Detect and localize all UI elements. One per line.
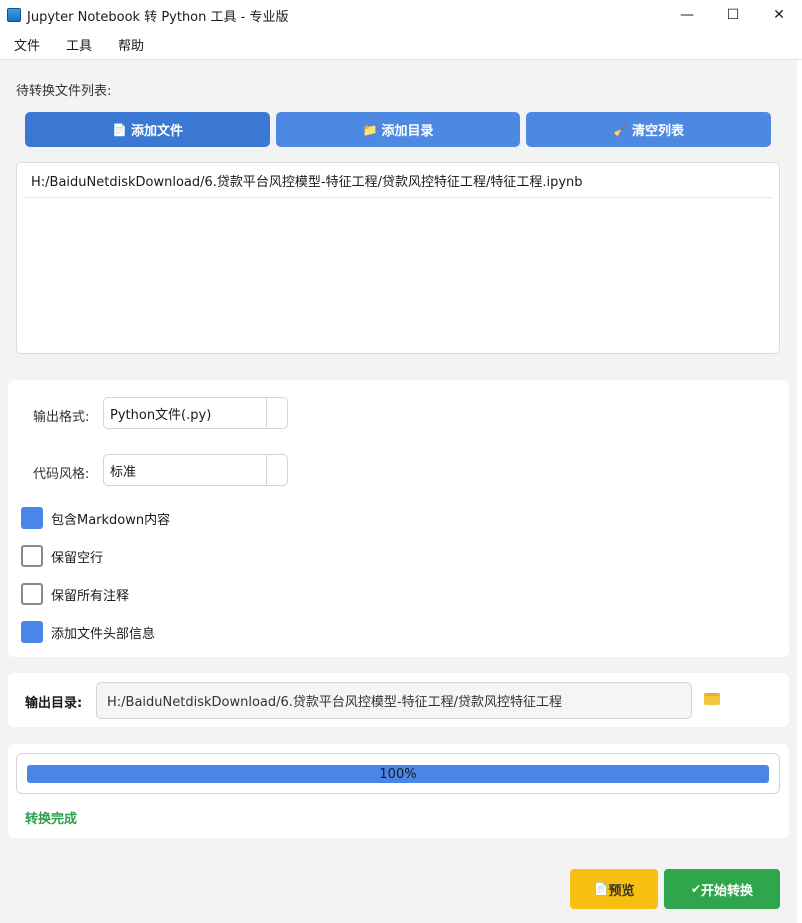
status-text: 转换完成 [25, 812, 78, 827]
code-style-label: 代码风格: [33, 467, 90, 482]
include-markdown-option[interactable]: 包含Markdown内容 [21, 507, 170, 529]
window-edge [797, 60, 802, 923]
add-file-label: 添加文件 [130, 124, 183, 139]
start-convert-label: 开始转换 [701, 883, 754, 899]
keep-blank-lines-label: 保留空行 [51, 550, 104, 566]
file-list[interactable]: H:/BaiduNetdiskDownload/6.贷款平台风控模型-特征工程/… [16, 162, 780, 354]
code-style-select[interactable]: 标准 [103, 454, 288, 486]
preview-button[interactable]: 📄 预览 [570, 869, 658, 909]
output-dir-path: H:/BaiduNetdiskDownload/6.贷款平台风控模型-特征工程/… [107, 695, 562, 710]
menu-file[interactable]: 文件 [2, 35, 52, 54]
menu-help[interactable]: 帮助 [106, 35, 156, 54]
keep-blank-lines-option[interactable]: 保留空行 [21, 545, 103, 567]
minimize-button[interactable]: — [664, 0, 710, 30]
output-format-select[interactable]: Python文件(.py) [103, 397, 288, 429]
title-bar: Jupyter Notebook 转 Python 工具 - 专业版 — ☐ ✕ [0, 0, 802, 30]
options-panel: 输出格式: Python文件(.py) 代码风格: 标准 包含Markdown内… [8, 380, 789, 657]
output-dir-field[interactable]: H:/BaiduNetdiskDownload/6.贷款平台风控模型-特征工程/… [96, 682, 692, 719]
broom-icon: 🧹 [613, 122, 628, 137]
start-convert-button[interactable]: ✔ 开始转换 [664, 869, 780, 909]
add-directory-button[interactable]: 📁 添加目录 [276, 112, 520, 147]
progress-frame: 100% [16, 753, 780, 794]
progress-panel: 100% 转换完成 [8, 744, 789, 838]
add-directory-label: 添加目录 [381, 124, 434, 139]
add-file-button[interactable]: 📄 添加文件 [25, 112, 270, 147]
clear-list-button[interactable]: 🧹 清空列表 [526, 112, 771, 147]
menu-bar: 文件 工具 帮助 [0, 30, 802, 60]
keep-comments-option[interactable]: 保留所有注释 [21, 583, 129, 605]
keep-comments-label: 保留所有注释 [51, 588, 130, 604]
preview-label: 预览 [608, 883, 635, 899]
progress-bar: 100% [27, 765, 769, 783]
window-title: Jupyter Notebook 转 Python 工具 - 专业版 [27, 9, 289, 25]
progress-text: 100% [379, 766, 417, 782]
code-style-value: 标准 [110, 464, 137, 480]
output-format-value: Python文件(.py) [110, 407, 212, 423]
add-header-checkbox[interactable] [21, 621, 43, 643]
include-markdown-label: 包含Markdown内容 [51, 512, 171, 528]
maximize-button[interactable]: ☐ [710, 0, 756, 30]
app-monitor-icon [7, 8, 21, 22]
browse-folder-icon[interactable] [704, 693, 720, 705]
clear-list-label: 清空列表 [631, 124, 684, 139]
add-header-label: 添加文件头部信息 [51, 626, 156, 642]
folder-icon: 📁 [362, 122, 378, 137]
list-item[interactable]: H:/BaiduNetdiskDownload/6.贷款平台风控模型-特征工程/… [23, 163, 773, 198]
dropdown-arrow[interactable] [266, 398, 287, 428]
document-icon: 📄 [112, 122, 127, 137]
menu-tools[interactable]: 工具 [54, 35, 104, 54]
output-dir-label: 输出目录: [25, 696, 83, 711]
close-button[interactable]: ✕ [756, 0, 802, 30]
preview-doc-icon: 📄 [593, 882, 609, 896]
file-path: H:/BaiduNetdiskDownload/6.贷款平台风控模型-特征工程/… [31, 174, 583, 190]
add-header-option[interactable]: 添加文件头部信息 [21, 621, 155, 643]
keep-blank-lines-checkbox[interactable] [21, 545, 43, 567]
dropdown-arrow[interactable] [266, 455, 287, 485]
output-format-label: 输出格式: [33, 410, 90, 425]
checkmark-icon: ✔ [690, 882, 702, 896]
output-dir-panel: 输出目录: H:/BaiduNetdiskDownload/6.贷款平台风控模型… [8, 673, 789, 727]
keep-comments-checkbox[interactable] [21, 583, 43, 605]
include-markdown-checkbox[interactable] [21, 507, 43, 529]
file-list-label: 待转换文件列表: [16, 84, 112, 99]
